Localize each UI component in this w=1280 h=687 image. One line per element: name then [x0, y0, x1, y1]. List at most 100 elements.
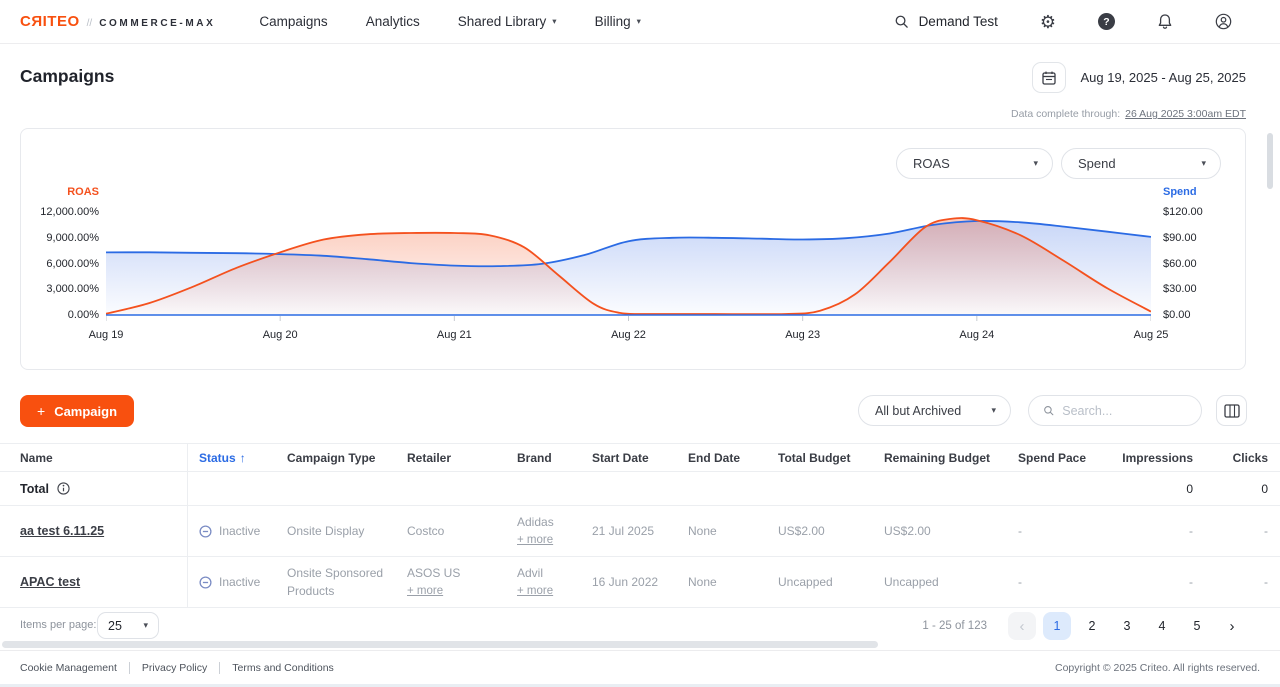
x-axis-label: Aug 25 — [1111, 329, 1191, 341]
prev-page-button[interactable]: ‹ — [1008, 612, 1036, 640]
search-icon — [894, 14, 909, 29]
info-icon[interactable] — [57, 482, 70, 495]
date-range-value[interactable]: Aug 19, 2025 - Aug 25, 2025 — [1080, 70, 1246, 85]
horizontal-scrollbar[interactable] — [2, 641, 878, 648]
column-header-brand[interactable]: Brand — [506, 444, 581, 471]
page-button-2[interactable]: 2 — [1078, 612, 1106, 640]
nav-shared-library[interactable]: Shared Library▾ — [458, 14, 557, 29]
column-header-total_budget[interactable]: Total Budget — [767, 444, 873, 471]
primary-nav: Campaigns Analytics Shared Library▾ Bill… — [259, 14, 640, 29]
chart-plot[interactable] — [106, 212, 1151, 323]
left-axis-tick: 9,000.00% — [21, 232, 99, 244]
data-complete-note: Data complete through: 26 Aug 2025 3:00am… — [1011, 108, 1246, 120]
nav-campaigns-label: Campaigns — [259, 14, 327, 29]
campaign-name-cell: APAC test — [0, 557, 188, 607]
add-campaign-button[interactable]: + Campaign — [20, 395, 134, 427]
nav-shared-library-label: Shared Library — [458, 14, 547, 29]
campaign-type-cell: Onsite Sponsored Products — [276, 557, 396, 607]
chevron-down-icon: ▾ — [1201, 158, 1206, 169]
column-header-start_date[interactable]: Start Date — [581, 444, 677, 471]
remaining-budget-cell: Uncapped — [873, 557, 1007, 607]
brand-separator: // — [87, 18, 93, 29]
column-header-remaining_budget[interactable]: Remaining Budget — [873, 444, 1007, 471]
empty-cell — [873, 472, 1007, 505]
column-header-end_date[interactable]: End Date — [677, 444, 767, 471]
page-footer: Cookie Management Privacy Policy Terms a… — [0, 650, 1280, 684]
right-metric-dropdown[interactable]: Spend ▾ — [1061, 148, 1221, 179]
right-axis-tick: $90.00 — [1163, 232, 1197, 244]
left-metric-dropdown[interactable]: ROAS ▾ — [896, 148, 1053, 179]
page-button-4[interactable]: 4 — [1148, 612, 1176, 640]
end-date-cell: None — [677, 506, 767, 556]
calendar-button[interactable] — [1032, 62, 1066, 93]
footer-cookie-management-link[interactable]: Cookie Management — [20, 662, 117, 674]
table-row[interactable]: aa test 6.11.25 Inactive Onsite Display … — [0, 506, 1280, 557]
account-search[interactable]: Demand Test — [894, 14, 998, 29]
performance-chart-card: ROAS ▾ Spend ▾ ROAS Spend 12,000.00%9,00… — [20, 128, 1246, 370]
criteo-logo: CЯITEO — [20, 13, 80, 30]
total-clicks-cell: 0 — [1207, 472, 1280, 505]
notifications-bell-icon[interactable] — [1157, 13, 1173, 30]
person-icon — [1215, 13, 1232, 30]
account-icon[interactable] — [1215, 13, 1232, 30]
brand-more-link[interactable]: + more — [517, 532, 553, 548]
column-header-spend_pace[interactable]: Spend Pace — [1007, 444, 1119, 471]
empty-cell — [188, 472, 276, 505]
chevron-down-icon: ▾ — [1033, 158, 1038, 169]
remaining-budget-cell: US$2.00 — [873, 506, 1007, 556]
clicks-cell: - — [1207, 557, 1280, 607]
data-complete-link[interactable]: 26 Aug 2025 3:00am EDT — [1125, 108, 1246, 120]
table-header-row: NameStatus↑Campaign TypeRetailerBrandSta… — [0, 443, 1280, 472]
page-button-1[interactable]: 1 — [1043, 612, 1071, 640]
table-toolbar: + Campaign All but Archived ▾ — [0, 395, 1280, 427]
table-total-row: Total 0 0 — [0, 472, 1280, 506]
retailer-more-link[interactable]: + more — [407, 583, 443, 599]
nav-billing[interactable]: Billing▾ — [595, 14, 641, 29]
footer-privacy-policy-link[interactable]: Privacy Policy — [142, 662, 207, 674]
calendar-icon — [1041, 70, 1057, 86]
plus-icon: + — [37, 403, 45, 419]
chevron-down-icon: ▾ — [991, 405, 996, 416]
column-header-campaign_type[interactable]: Campaign Type — [276, 444, 396, 471]
column-header-name[interactable]: Name — [0, 444, 188, 471]
data-complete-label: Data complete through: — [1011, 108, 1120, 120]
search-input[interactable] — [1062, 404, 1187, 418]
brand-more-link[interactable]: + more — [517, 583, 553, 599]
brand-logo[interactable]: CЯITEO // COMMERCE-MAX — [20, 13, 215, 30]
vertical-scrollbar[interactable] — [1267, 133, 1273, 189]
help-glyph: ? — [1098, 13, 1115, 30]
nav-campaigns[interactable]: Campaigns — [259, 14, 327, 29]
footer-terms-link[interactable]: Terms and Conditions — [232, 662, 334, 674]
settings-gear-icon[interactable]: ⚙ — [1040, 13, 1056, 31]
column-header-status[interactable]: Status↑ — [188, 444, 276, 471]
right-axis-tick: $60.00 — [1163, 258, 1197, 270]
page-button-3[interactable]: 3 — [1113, 612, 1141, 640]
campaign-name-link[interactable]: aa test 6.11.25 — [20, 524, 104, 538]
pager: 1 - 25 of 123 ‹ 12345 › — [922, 612, 1246, 640]
items-per-page-select[interactable]: 25 ▾ — [97, 612, 159, 639]
nav-analytics[interactable]: Analytics — [366, 14, 420, 29]
table-search — [1028, 395, 1202, 426]
right-metric-value: Spend — [1078, 156, 1116, 171]
column-header-impressions[interactable]: Impressions — [1119, 444, 1207, 471]
brand-name: Advil — [517, 565, 543, 582]
column-header-retailer[interactable]: Retailer — [396, 444, 506, 471]
help-icon[interactable]: ? — [1098, 13, 1115, 30]
table-row[interactable]: APAC test Inactive Onsite Sponsored Prod… — [0, 557, 1280, 608]
empty-cell — [1007, 472, 1119, 505]
campaigns-table: NameStatus↑Campaign TypeRetailerBrandSta… — [0, 443, 1280, 608]
status-cell: Inactive — [188, 506, 276, 556]
right-axis-tick: $120.00 — [1163, 206, 1203, 218]
total-impressions-cell: 0 — [1119, 472, 1207, 505]
right-axis-title: Spend — [1163, 186, 1197, 198]
next-page-button[interactable]: › — [1218, 612, 1246, 640]
column-settings-button[interactable] — [1216, 395, 1247, 426]
campaign-name-link[interactable]: APAC test — [20, 575, 80, 589]
status-filter-dropdown[interactable]: All but Archived ▾ — [858, 395, 1011, 426]
left-axis-tick: 12,000.00% — [21, 206, 99, 218]
page-button-5[interactable]: 5 — [1183, 612, 1211, 640]
status-label: Inactive — [219, 575, 260, 589]
clicks-cell: - — [1207, 506, 1280, 556]
column-header-clicks[interactable]: Clicks — [1207, 444, 1280, 471]
empty-cell — [767, 472, 873, 505]
